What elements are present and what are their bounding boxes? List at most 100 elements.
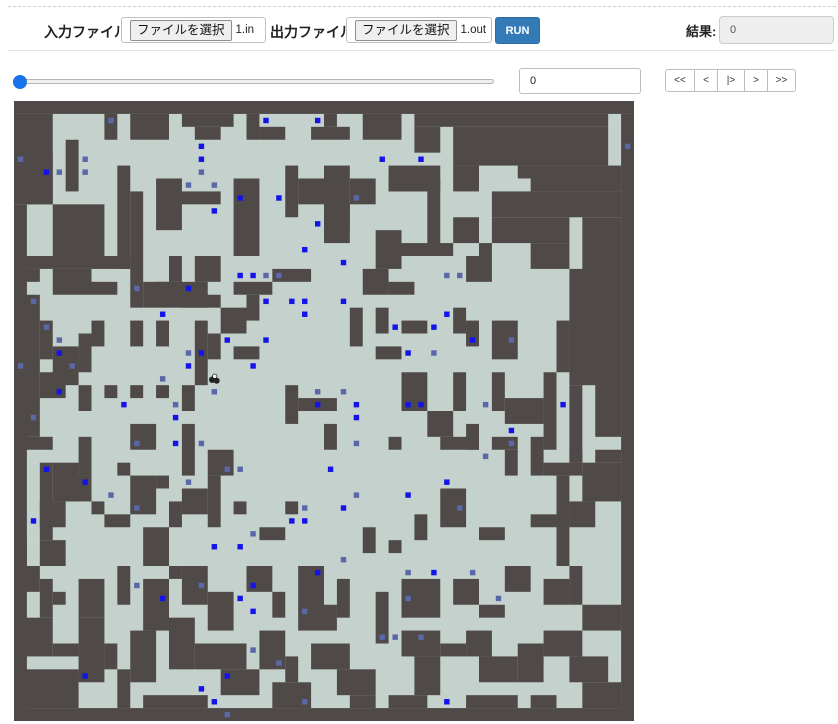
wall-block <box>259 126 286 140</box>
wall-block <box>375 307 389 334</box>
blue-marker <box>250 608 256 615</box>
blue-marker <box>340 259 347 266</box>
gray-marker <box>340 389 347 395</box>
wall-block <box>272 591 286 618</box>
blue-marker <box>185 363 192 369</box>
gray-marker <box>624 143 631 150</box>
blue-marker <box>198 350 205 356</box>
gray-marker <box>82 156 88 162</box>
gray-marker <box>172 401 179 408</box>
wall-block <box>453 372 467 411</box>
input-file-choose-button[interactable]: ファイルを選択 <box>130 19 232 41</box>
wall-block <box>543 630 583 657</box>
wall-block <box>582 604 622 631</box>
play-button[interactable]: |> <box>717 70 744 91</box>
gray-marker <box>82 169 88 175</box>
gray-marker <box>198 582 205 589</box>
gray-marker <box>134 582 140 589</box>
first-turn-button[interactable]: << <box>666 70 694 91</box>
blue-marker <box>237 195 243 201</box>
blue-marker <box>172 440 179 447</box>
gray-marker <box>469 569 476 576</box>
gray-marker <box>56 169 63 175</box>
blue-marker <box>302 246 308 253</box>
input-file-field[interactable]: ファイルを選択 1.in <box>121 17 266 43</box>
wall-block <box>207 475 221 528</box>
gray-marker <box>30 298 37 305</box>
blue-marker <box>56 350 63 356</box>
wall-block <box>453 165 479 192</box>
turn-slider-track[interactable] <box>13 79 494 84</box>
blue-marker <box>159 311 166 317</box>
blue-marker <box>340 298 347 305</box>
wall-block <box>52 643 79 657</box>
gray-marker <box>30 414 37 421</box>
blue-marker <box>237 544 243 550</box>
blue-marker <box>314 221 321 227</box>
wall-block <box>556 320 570 373</box>
wall-block <box>181 488 208 515</box>
wall-block <box>285 656 299 683</box>
turn-input[interactable]: 0 <box>519 68 641 94</box>
gray-marker <box>134 285 140 292</box>
wall-block <box>453 126 609 166</box>
wall-block <box>388 178 428 192</box>
wall-block <box>440 643 467 657</box>
gray-marker <box>314 389 321 395</box>
gray-marker <box>302 505 308 511</box>
wall-block <box>78 578 105 618</box>
gray-marker <box>185 479 192 485</box>
wall-block <box>26 152 53 205</box>
blue-marker <box>224 673 230 679</box>
result-label: 結果: <box>686 24 717 39</box>
gray-marker <box>482 453 489 460</box>
output-file-name: 1.out <box>460 24 487 36</box>
wall-block <box>530 695 557 709</box>
wall-block <box>39 501 66 528</box>
wall-block <box>246 294 260 321</box>
wall-block <box>530 243 570 269</box>
blue-marker <box>211 208 218 214</box>
wall-block <box>530 514 557 528</box>
wall-block <box>104 113 118 140</box>
blue-marker <box>508 427 515 434</box>
prev-turn-button[interactable]: < <box>694 70 717 91</box>
input-file-name: 1.in <box>235 24 255 36</box>
wall-block <box>52 268 92 295</box>
wall-block <box>181 423 195 476</box>
blue-marker <box>418 156 424 162</box>
wall-block <box>569 566 583 605</box>
last-turn-button[interactable]: >> <box>767 70 795 91</box>
gray-marker <box>340 556 347 563</box>
wall-block <box>569 656 609 683</box>
wall-block <box>466 695 518 709</box>
gray-marker <box>211 182 218 188</box>
wall-block <box>530 436 544 476</box>
gray-marker <box>431 350 437 356</box>
wall-block <box>14 294 40 411</box>
gray-marker <box>302 699 308 705</box>
run-button[interactable]: RUN <box>495 17 540 44</box>
wall-block <box>388 281 415 295</box>
output-file-choose-button[interactable]: ファイルを選択 <box>355 19 457 41</box>
next-turn-button[interactable]: > <box>744 70 767 91</box>
wall-block <box>336 204 350 231</box>
wall-block <box>14 708 634 721</box>
output-file-field[interactable]: ファイルを選択 1.out <box>346 17 492 43</box>
gray-marker <box>211 389 218 395</box>
gray-marker <box>302 608 308 615</box>
wall-block <box>14 436 53 450</box>
blue-marker <box>237 595 243 602</box>
turn-slider-thumb[interactable] <box>13 75 27 89</box>
blue-marker <box>250 363 256 369</box>
wall-block <box>362 113 402 140</box>
blue-marker <box>30 518 37 524</box>
wall-block <box>311 643 350 670</box>
wall-block <box>104 385 118 399</box>
wall-block <box>233 281 273 295</box>
wall-block <box>143 695 208 709</box>
gray-marker <box>405 595 411 602</box>
wall-block <box>78 436 92 476</box>
wall-block <box>504 449 518 476</box>
blue-marker <box>405 350 411 356</box>
